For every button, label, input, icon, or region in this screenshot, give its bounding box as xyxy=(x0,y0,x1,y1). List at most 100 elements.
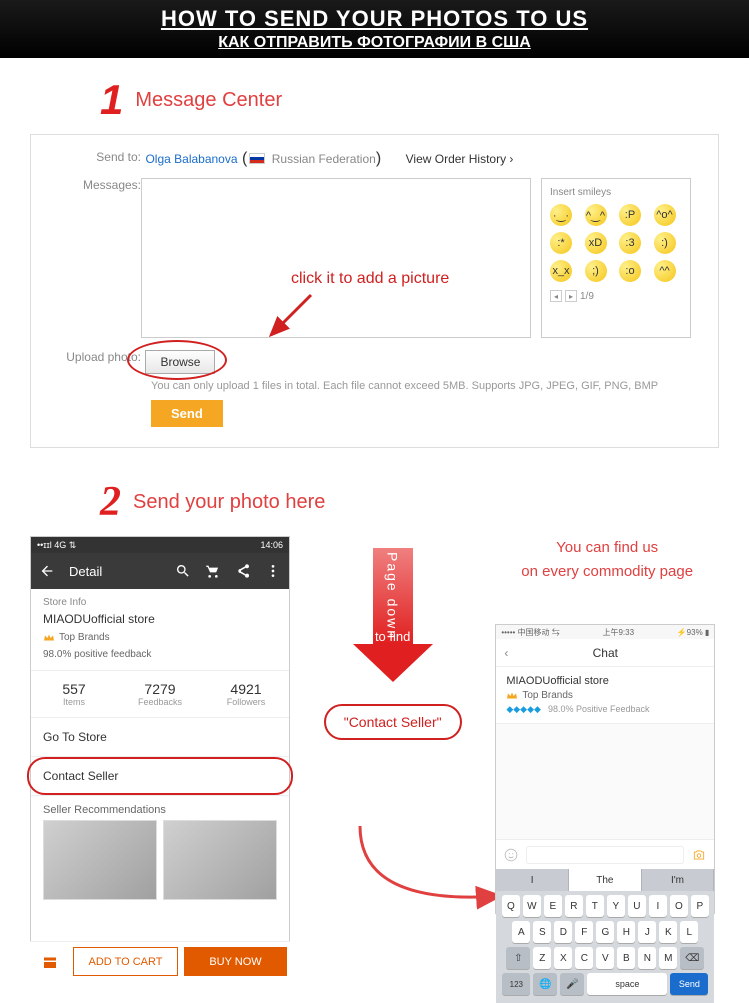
shift-key[interactable]: ⇧ xyxy=(506,947,530,969)
store-icon[interactable] xyxy=(30,942,70,981)
smiley-icon[interactable]: :3 xyxy=(619,232,641,254)
keyboard-send-key[interactable]: Send xyxy=(670,973,708,995)
send-to-label: Send to: xyxy=(51,150,141,164)
buy-now-button[interactable]: BUY NOW xyxy=(184,947,287,976)
chat-body[interactable] xyxy=(496,724,714,839)
numbers-key[interactable]: 123 xyxy=(502,973,530,995)
send-button[interactable]: Send xyxy=(151,400,223,427)
key[interactable]: U xyxy=(628,895,646,917)
page-down-arrow: Page down to find xyxy=(353,546,433,686)
key[interactable]: F xyxy=(575,921,593,943)
key[interactable]: R xyxy=(565,895,583,917)
key[interactable]: Z xyxy=(533,947,551,969)
key[interactable]: S xyxy=(533,921,551,943)
cart-icon[interactable] xyxy=(205,563,221,579)
upload-hint-text: You can only upload 1 files in total. Ea… xyxy=(151,380,698,392)
backspace-key[interactable]: ⌫ xyxy=(680,947,704,969)
message-center-panel: Send to: Olga Balabanova ( Russian Feder… xyxy=(30,134,719,448)
smiley-icon[interactable]: :P xyxy=(619,204,641,226)
suggestion[interactable]: I'm xyxy=(642,869,715,891)
smiley-icon[interactable]: :* xyxy=(550,232,572,254)
key[interactable]: H xyxy=(617,921,635,943)
smiley-icon[interactable]: xD xyxy=(585,232,607,254)
emoji-icon[interactable] xyxy=(504,848,518,862)
store-name: MIAODUofficial store xyxy=(31,612,289,632)
key[interactable]: A xyxy=(512,921,530,943)
stat-followers[interactable]: 4921Followers xyxy=(203,681,289,707)
view-order-history-link[interactable]: View Order History › xyxy=(406,152,514,166)
key[interactable]: B xyxy=(617,947,635,969)
key[interactable]: G xyxy=(596,921,614,943)
more-icon[interactable] xyxy=(265,563,281,579)
chat-text-input[interactable] xyxy=(526,846,684,864)
status-time: 14:06 xyxy=(260,540,283,550)
smiley-icon[interactable]: ^o^ xyxy=(654,204,676,226)
send-to-row: Send to: Olga Balabanova ( Russian Feder… xyxy=(51,150,698,168)
positive-feedback: 98.0% positive feedback xyxy=(31,649,289,670)
step2-number: 2 xyxy=(100,478,121,526)
key[interactable]: P xyxy=(691,895,709,917)
key[interactable]: I xyxy=(649,895,667,917)
key[interactable]: J xyxy=(638,921,656,943)
key[interactable]: Q xyxy=(502,895,520,917)
seller-recommendations-label: Seller Recommendations xyxy=(31,796,289,820)
keyboard-suggestions: I The I'm xyxy=(496,869,714,891)
key[interactable]: Y xyxy=(607,895,625,917)
status-bar: ••ɪɪl 4G ⇅ 14:06 xyxy=(31,537,289,553)
message-textarea[interactable] xyxy=(141,178,531,338)
globe-key[interactable]: 🌐 xyxy=(533,973,557,995)
key[interactable]: C xyxy=(575,947,593,969)
go-to-store-link[interactable]: Go To Store xyxy=(31,718,289,757)
arrow-head-icon xyxy=(353,644,433,682)
top-brands-badge: Top Brands xyxy=(31,632,289,649)
suggestion[interactable]: I xyxy=(496,869,569,891)
status-signal: ••ɪɪl 4G ⇅ xyxy=(37,540,76,551)
phone-screenshot-chat: ••••• 中国移动 ⇆ 上午9:33 ⚡93% ▮ ‹ Chat MIAODU… xyxy=(495,624,715,914)
kb-row-4: 123 🌐 🎤 space Send xyxy=(499,973,711,995)
key[interactable]: T xyxy=(586,895,604,917)
smiley-icon[interactable]: :) xyxy=(654,232,676,254)
smiley-icon[interactable]: ;) xyxy=(585,260,607,282)
carrier-label: ••••• 中国移动 ⇆ xyxy=(501,627,559,638)
mic-key[interactable]: 🎤 xyxy=(560,973,584,995)
search-icon[interactable] xyxy=(175,563,191,579)
key[interactable]: W xyxy=(523,895,541,917)
key[interactable]: K xyxy=(659,921,677,943)
smiley-icon[interactable]: ^^ xyxy=(654,260,676,282)
pager-prev-icon[interactable]: ◂ xyxy=(550,290,562,302)
smiley-icon[interactable]: :o xyxy=(619,260,641,282)
smiley-icon[interactable]: ·‿· xyxy=(550,204,572,226)
stat-items[interactable]: 557Items xyxy=(31,681,117,707)
key[interactable]: E xyxy=(544,895,562,917)
contact-seller-link[interactable]: Contact Seller xyxy=(31,757,289,796)
back-chevron-icon[interactable]: ‹ xyxy=(504,646,508,660)
battery-icon: ⚡93% ▮ xyxy=(677,628,710,637)
camera-icon[interactable] xyxy=(692,848,706,862)
bottom-action-bar: ADD TO CART BUY NOW xyxy=(30,941,290,981)
store-info-label: Store Info xyxy=(31,589,289,612)
product-thumbnail[interactable] xyxy=(43,820,157,900)
add-to-cart-button[interactable]: ADD TO CART xyxy=(73,947,178,976)
recipient-name[interactable]: Olga Balabanova xyxy=(145,152,237,166)
back-arrow-icon[interactable] xyxy=(39,563,55,579)
stat-feedbacks[interactable]: 7279Feedbacks xyxy=(117,681,203,707)
keyboard: Q W E R T Y U I O P A S D xyxy=(496,891,714,1003)
browse-button[interactable]: Browse xyxy=(145,350,215,374)
key[interactable]: N xyxy=(638,947,656,969)
key[interactable]: X xyxy=(554,947,572,969)
smiley-icon[interactable]: x_x xyxy=(550,260,572,282)
pager-next-icon[interactable]: ▸ xyxy=(565,290,577,302)
key[interactable]: L xyxy=(680,921,698,943)
key[interactable]: M xyxy=(659,947,677,969)
share-icon[interactable] xyxy=(235,563,251,579)
space-key[interactable]: space xyxy=(587,973,667,995)
smiley-icon[interactable]: ^‿^ xyxy=(585,204,607,226)
product-thumbnail[interactable] xyxy=(163,820,277,900)
status-bar: ••••• 中国移动 ⇆ 上午9:33 ⚡93% ▮ xyxy=(496,625,714,639)
key[interactable]: V xyxy=(596,947,614,969)
kb-row-1: Q W E R T Y U I O P xyxy=(499,895,711,917)
suggestion[interactable]: The xyxy=(569,869,642,891)
key[interactable]: D xyxy=(554,921,572,943)
crown-icon xyxy=(506,691,518,701)
key[interactable]: O xyxy=(670,895,688,917)
